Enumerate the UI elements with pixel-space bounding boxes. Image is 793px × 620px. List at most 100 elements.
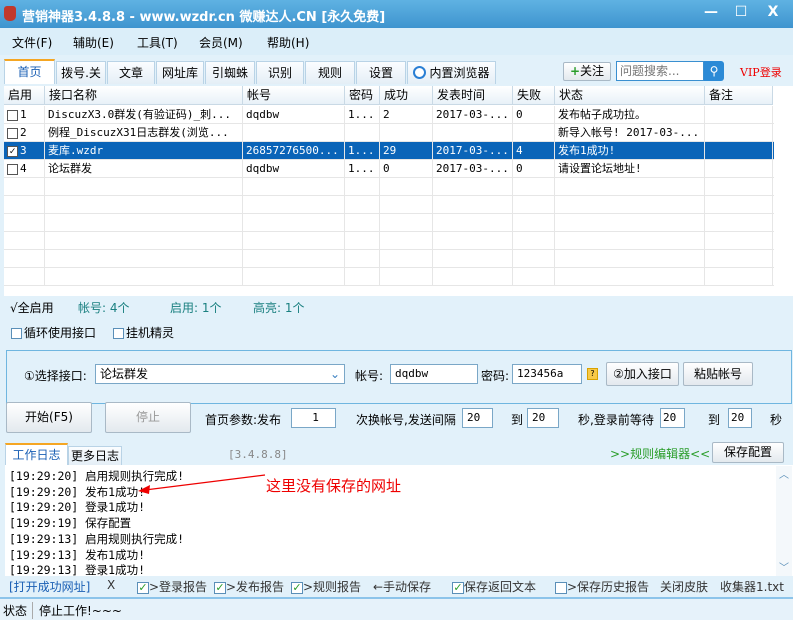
follow-button[interactable]: +关注 <box>563 62 611 81</box>
enable-checkbox[interactable] <box>7 163 18 175</box>
cell-time: 2017-03-... <box>433 142 513 160</box>
column-header[interactable]: 状态 <box>555 86 705 105</box>
tab-work-log[interactable]: 工作日志 <box>5 443 68 465</box>
column-header[interactable]: 启用 <box>4 86 45 105</box>
cell-note <box>705 214 773 232</box>
cell-success <box>380 178 433 196</box>
enable-checkbox[interactable] <box>7 109 18 121</box>
interface-select[interactable]: 论坛群发 ⌄ <box>95 364 345 384</box>
ie-icon <box>413 66 426 79</box>
table-row[interactable]: 1 DiscuzX3.0群发(有验证码)_刺... dqdbw 1... 2 2017-0… <box>4 106 774 124</box>
window-title: 营销神器3.4.8.8 - www.wzdr.cn 微赚达人.CN [永久免费] <box>22 10 386 25</box>
menu-assist[interactable]: 辅助(E) <box>73 34 114 51</box>
search-icon[interactable]: ⚲ <box>704 61 724 81</box>
wait-from-input[interactable]: 20 <box>660 408 685 428</box>
empty-row <box>4 214 774 232</box>
menu-file[interactable]: 文件(F) <box>12 34 52 51</box>
close-skin-link[interactable]: 关闭皮肤 <box>660 578 708 595</box>
cell-name <box>45 178 243 196</box>
cell-time <box>433 250 513 268</box>
column-header[interactable]: 接口名称 <box>45 86 243 105</box>
help-icon[interactable]: ? <box>587 368 598 380</box>
search-input[interactable] <box>616 61 704 81</box>
cell-time <box>433 178 513 196</box>
column-header[interactable]: 密码 <box>345 86 380 105</box>
cell-success <box>380 232 433 250</box>
column-header[interactable]: 失败 <box>513 86 555 105</box>
table-row[interactable]: ✓ 3 麦库.wzdr 26857276500... 1... 29 2017-03-...… <box>4 142 774 160</box>
cell-status <box>555 268 705 286</box>
stop-button[interactable]: 停止 <box>105 402 191 433</box>
start-button[interactable]: 开始(F5) <box>6 402 92 433</box>
collector-link[interactable]: 收集器1.txt <box>720 578 784 595</box>
wait-to-input[interactable]: 20 <box>728 408 752 428</box>
tab-browser[interactable]: 内置浏览器 <box>407 61 496 84</box>
rule-editor-link[interactable]: >>规则编辑器<< <box>610 445 710 462</box>
menu-help[interactable]: 帮助(H) <box>267 34 309 51</box>
column-header[interactable]: 成功 <box>380 86 433 105</box>
cell-name: 论坛群发 <box>45 160 243 178</box>
cell-note <box>705 178 773 196</box>
cell-id: 1 <box>4 106 45 124</box>
cell-id <box>4 250 45 268</box>
tab-settings[interactable]: 设置 <box>356 61 406 84</box>
clear-x-button[interactable]: X <box>107 578 115 592</box>
manual-save-link[interactable]: ←手动保存 <box>373 578 431 595</box>
scroll-down-icon[interactable]: ﹀ <box>776 559 792 574</box>
password-label: 密码: <box>481 369 510 383</box>
enable-checkbox[interactable]: ✓ <box>7 145 18 157</box>
maximize-button[interactable]: ☐ <box>730 4 752 20</box>
empty-row <box>4 178 774 196</box>
tab-more-log[interactable]: 更多日志 <box>68 446 122 465</box>
minimize-button[interactable]: — <box>700 4 722 20</box>
save-config-button[interactable]: 保存配置 <box>712 442 784 463</box>
interval-from-input[interactable]: 20 <box>462 408 493 428</box>
status-bar: 状态 停止工作!~~~ <box>0 597 793 620</box>
annotation-text: 这里没有保存的网址 <box>266 477 402 495</box>
scroll-up-icon[interactable]: ︿ <box>776 466 792 481</box>
hang-checkbox[interactable]: 挂机精灵 <box>113 324 174 341</box>
cell-time <box>433 196 513 214</box>
publish-report-checkbox[interactable]: ✓>发布报告 <box>214 578 284 595</box>
cell-password: 1... <box>345 106 380 124</box>
publish-count-input[interactable]: 1 <box>291 408 336 428</box>
cell-name <box>45 232 243 250</box>
column-header[interactable]: 备注 <box>705 86 773 105</box>
loop-checkbox[interactable]: 循环使用接口 <box>11 324 96 341</box>
cell-success <box>380 214 433 232</box>
menu-member[interactable]: 会员(M) <box>199 34 243 51</box>
interval-to-input[interactable]: 20 <box>527 408 559 428</box>
open-success-url-link[interactable]: [打开成功网址] <box>9 578 90 595</box>
cell-note <box>705 160 773 178</box>
tab-url-library[interactable]: 网址库 <box>156 61 204 84</box>
tab-home[interactable]: 首页 <box>4 59 55 84</box>
rule-report-checkbox[interactable]: ✓>规则报告 <box>291 578 361 595</box>
password-input[interactable]: 123456a <box>512 364 582 384</box>
save-return-checkbox[interactable]: ✓保存返回文本 <box>452 578 536 595</box>
cell-id: ✓ 3 <box>4 142 45 160</box>
column-header[interactable]: 帐号 <box>243 86 345 105</box>
tab-recognize[interactable]: 识别 <box>256 61 304 84</box>
paste-account-button[interactable]: 粘贴帐号 <box>683 362 753 386</box>
cell-account <box>243 214 345 232</box>
wait-label: 秒,登录前等待 <box>578 413 654 427</box>
add-interface-button[interactable]: ②加入接口 <box>606 362 679 386</box>
login-report-checkbox[interactable]: ✓>登录报告 <box>137 578 207 595</box>
cell-status: 请设置论坛地址! <box>555 160 705 178</box>
account-input[interactable]: dqdbw <box>390 364 478 384</box>
close-button[interactable]: X <box>762 4 784 20</box>
vip-login-link[interactable]: VIP登录 <box>740 64 782 80</box>
table-row[interactable]: 2 例程_DiscuzX31日志群发(浏览... 新导入帐号! 2017-03-..… <box>4 124 774 142</box>
column-header[interactable]: 发表时间 <box>433 86 513 105</box>
enable-all-link[interactable]: √全启用 <box>10 299 54 316</box>
menu-tools[interactable]: 工具(T) <box>137 34 178 51</box>
tab-rules[interactable]: 规则 <box>305 61 355 84</box>
tab-spider[interactable]: 引蜘蛛 <box>205 61 255 84</box>
log-scrollbar[interactable]: ︿ ﹀ <box>776 466 792 576</box>
save-history-checkbox[interactable]: >保存历史报告 <box>555 578 649 595</box>
enable-checkbox[interactable] <box>7 127 18 139</box>
tab-browser-label: 内置浏览器 <box>429 66 490 80</box>
tab-articles[interactable]: 文章 <box>107 61 155 84</box>
table-row[interactable]: 4 论坛群发 dqdbw 1... 0 2017-03-... 0 请设置论坛地址! <box>4 160 774 178</box>
tab-dial[interactable]: 拨号.关 <box>56 61 106 84</box>
